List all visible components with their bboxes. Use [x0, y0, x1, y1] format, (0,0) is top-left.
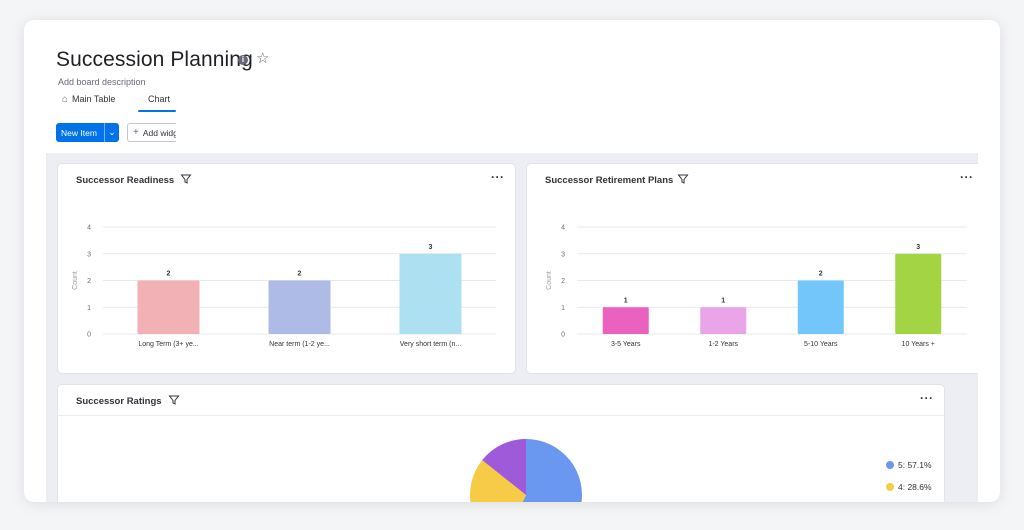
x-tick-label: 10 Years + [902, 341, 935, 348]
active-tab-indicator [138, 110, 176, 112]
bar [268, 280, 331, 334]
x-tick-label: 5-10 Years [804, 341, 838, 348]
widget-title: Successor Readiness [76, 175, 175, 186]
info-icon[interactable]: i [238, 55, 248, 65]
x-tick-label: Long Term (3+ ye... [138, 341, 198, 348]
home-icon: ⌂ [62, 94, 69, 105]
filter-icon[interactable] [677, 173, 689, 185]
new-item-label: New Item [61, 127, 97, 138]
bar-chart-successor-readiness: 0 1 2 3 4 Count 2 Long Term (3+ ye... 2 Near term… [72, 225, 496, 348]
filter-icon[interactable] [168, 394, 180, 406]
data-label: 3 [429, 244, 433, 251]
bar [700, 307, 747, 334]
bar [602, 307, 649, 334]
app-window: Succession Planning i ☆ Add board descri… [24, 20, 1000, 502]
data-label: 1 [624, 297, 628, 304]
legend-item: 4: 28.6% [886, 482, 932, 492]
chevron-down-icon[interactable]: ⌄ [105, 127, 119, 138]
y-axis-label: Count [72, 271, 79, 290]
legend-swatch [886, 461, 894, 469]
pie-chart-successor-ratings [470, 439, 582, 502]
bar-chart-successor-retirement-plans: 0 1 2 3 4 Count 1 3-5 Years 1 1-2 Years 2 5-10 Year… [546, 225, 967, 348]
filter-icon[interactable] [180, 173, 192, 185]
y-tick-label: 2 [561, 278, 565, 285]
y-tick-label: 1 [561, 305, 565, 312]
y-tick-label: 1 [87, 305, 91, 312]
widget-successor-ratings: Successor Ratings ··· 5: 57.1% 4: 28.6% [57, 384, 945, 502]
star-icon[interactable]: ☆ [256, 51, 269, 67]
plus-icon: + [133, 127, 139, 138]
legend-swatch [886, 483, 894, 491]
board-description[interactable]: Add board description [58, 77, 146, 87]
data-label: 2 [167, 271, 171, 278]
y-tick-label: 4 [87, 225, 91, 232]
data-label: 3 [916, 244, 920, 251]
board-title[interactable]: Succession Planning [56, 48, 253, 72]
tab-main-table-label: Main Table [72, 94, 116, 104]
legend-label: 5: 57.1% [898, 460, 932, 470]
widget-title: Successor Retirement Plans [545, 175, 674, 186]
y-tick-label: 3 [561, 251, 565, 258]
tab-chart-label: Chart [148, 94, 171, 104]
new-item-button[interactable]: New Item ⌄ [56, 123, 119, 142]
widget-successor-readiness: Successor Readiness ··· 0 1 2 3 4 Count 2 Long … [57, 163, 516, 374]
bar [399, 253, 462, 334]
widget-title: Successor Ratings [76, 396, 162, 407]
more-options-icon[interactable]: ··· [960, 170, 974, 184]
more-options-icon[interactable]: ··· [491, 170, 505, 184]
y-tick-label: 2 [87, 278, 91, 285]
bar [137, 280, 200, 334]
y-tick-label: 3 [87, 251, 91, 258]
tab-main-table[interactable]: ⌂ Main Table [62, 94, 115, 112]
add-widget-button[interactable]: +Add widget [127, 123, 179, 142]
bar [895, 253, 942, 334]
toolbar-backdrop [176, 123, 978, 153]
data-label: 1 [721, 297, 725, 304]
legend-label: 4: 28.6% [898, 482, 932, 492]
y-tick-label: 4 [561, 225, 565, 232]
y-tick-label: 0 [87, 332, 91, 339]
more-options-icon[interactable]: ··· [920, 391, 934, 405]
x-tick-label: Very short term (n... [400, 341, 462, 348]
data-label: 2 [819, 271, 823, 278]
x-tick-label: Near term (1-2 ye... [269, 341, 330, 348]
x-tick-label: 3-5 Years [611, 341, 641, 348]
data-label: 2 [298, 271, 302, 278]
bar [797, 280, 844, 334]
y-tick-label: 0 [561, 332, 565, 339]
legend-item: 5: 57.1% [886, 460, 932, 470]
widget-successor-retirement-plans: Successor Retirement Plans ··· 0 1 2 3 4 Coun… [526, 163, 978, 374]
x-tick-label: 1-2 Years [708, 341, 738, 348]
y-axis-label: Count [546, 271, 553, 290]
add-widget-label: Add widget [142, 127, 179, 138]
